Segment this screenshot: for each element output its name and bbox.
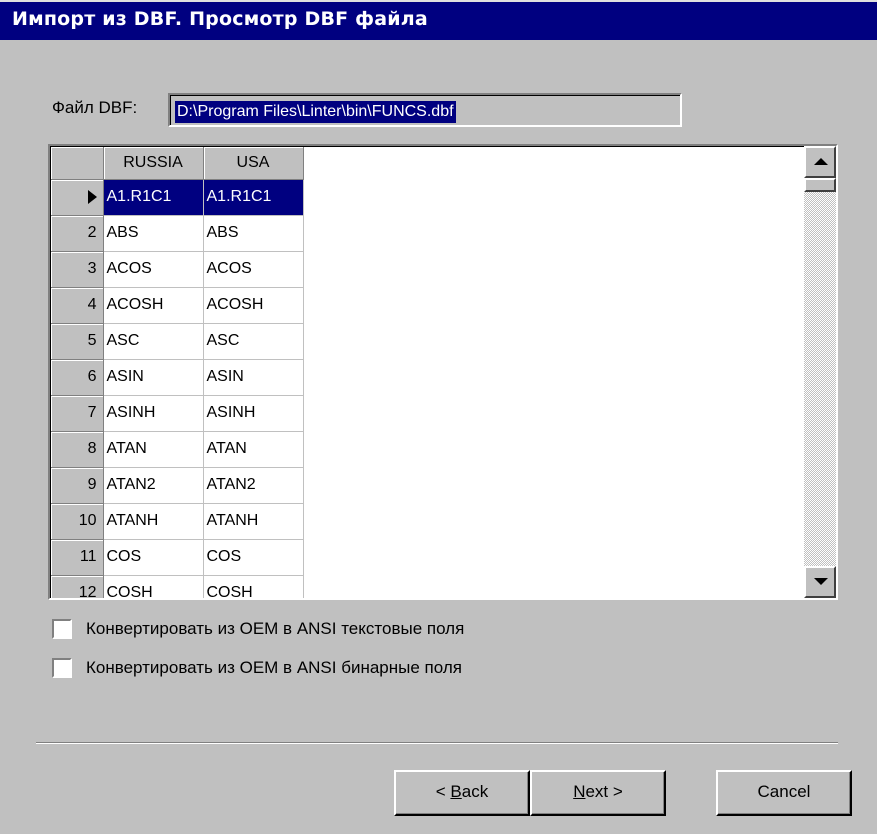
table-header-row: RUSSIA USA	[51, 147, 304, 180]
cell-usa[interactable]: ATANH	[203, 503, 304, 540]
scroll-up-button[interactable]	[804, 146, 836, 178]
title-bar-border	[0, 0, 877, 2]
cell-russia[interactable]: COSH	[103, 575, 204, 598]
table-row[interactable]: 10 ATANH ATANH	[51, 503, 304, 540]
cell-usa[interactable]: ACOSH	[203, 287, 304, 324]
convert-text-option[interactable]: Конвертировать из OEM в ANSI текстовые п…	[52, 616, 464, 642]
title-bar: Импорт из DBF. Просмотр DBF файла	[0, 0, 877, 40]
row-indicator[interactable]: 9	[51, 467, 104, 504]
back-label-rest: ack	[461, 782, 489, 801]
row-indicator[interactable]: 6	[51, 359, 104, 396]
scroll-down-button[interactable]	[804, 566, 836, 598]
dbf-table: RUSSIA USA A1.R1C1 A1.R1C1 2 ABS ABS 3 ACOS ACO…	[51, 147, 304, 598]
dbf-grid-inner: RUSSIA USA A1.R1C1 A1.R1C1 2 ABS ABS 3 ACOS ACO…	[50, 146, 836, 598]
cell-usa[interactable]: ABS	[203, 215, 304, 252]
window-title: Импорт из DBF. Просмотр DBF файла	[12, 8, 428, 30]
table-row[interactable]: 8 ATAN ATAN	[51, 431, 304, 468]
scroll-thumb[interactable]	[804, 178, 836, 192]
arrow-up-icon	[814, 158, 828, 165]
cell-usa[interactable]: A1.R1C1	[203, 179, 304, 216]
convert-binary-option[interactable]: Конвертировать из OEM в ANSI бинарные по…	[52, 655, 462, 681]
row-indicator[interactable]: 12	[51, 575, 104, 598]
cell-usa[interactable]: ACOS	[203, 251, 304, 288]
table-row[interactable]: 6 ASIN ASIN	[51, 359, 304, 396]
cell-usa[interactable]: ATAN2	[203, 467, 304, 504]
cell-usa[interactable]: COSH	[203, 575, 304, 598]
back-button[interactable]: < Back	[394, 770, 530, 816]
cell-russia[interactable]: ASC	[103, 323, 204, 360]
dbf-grid[interactable]: RUSSIA USA A1.R1C1 A1.R1C1 2 ABS ABS 3 ACOS ACO…	[48, 144, 838, 600]
row-indicator[interactable]: 4	[51, 287, 104, 324]
table-row[interactable]: 4 ACOSH ACOSH	[51, 287, 304, 324]
arrow-down-icon	[814, 578, 828, 585]
table-row[interactable]: 9 ATAN2 ATAN2	[51, 467, 304, 504]
file-path-field-inner: D:\Program Files\Linter\bin\FUNCS.dbf	[170, 95, 680, 125]
back-prefix: <	[435, 782, 451, 801]
cell-russia[interactable]: ATAN	[103, 431, 204, 468]
file-path-value: D:\Program Files\Linter\bin\FUNCS.dbf	[175, 101, 456, 123]
cell-russia[interactable]: ATANH	[103, 503, 204, 540]
table-row[interactable]: 7 ASINH ASINH	[51, 395, 304, 432]
convert-text-label: Конвертировать из OEM в ANSI текстовые п…	[86, 619, 465, 638]
cell-russia[interactable]: ACOS	[103, 251, 204, 288]
divider	[36, 742, 838, 744]
row-indicator[interactable]: 8	[51, 431, 104, 468]
cell-usa[interactable]: COS	[203, 539, 304, 576]
row-indicator[interactable]: 10	[51, 503, 104, 540]
file-path-field[interactable]: D:\Program Files\Linter\bin\FUNCS.dbf	[168, 93, 682, 127]
cell-russia[interactable]: ABS	[103, 215, 204, 252]
cell-usa[interactable]: ATAN	[203, 431, 304, 468]
cell-russia[interactable]: COS	[103, 539, 204, 576]
cell-usa[interactable]: ASINH	[203, 395, 304, 432]
row-indicator[interactable]	[51, 179, 104, 216]
table-row[interactable]: 5 ASC ASC	[51, 323, 304, 360]
corner-header	[51, 147, 104, 180]
convert-text-checkbox[interactable]	[52, 619, 72, 639]
cell-usa[interactable]: ASIN	[203, 359, 304, 396]
next-mnemonic: N	[573, 782, 586, 801]
column-header-russia[interactable]: RUSSIA	[103, 147, 204, 180]
table-row[interactable]: A1.R1C1 A1.R1C1	[51, 179, 304, 216]
row-indicator[interactable]: 5	[51, 323, 104, 360]
next-label-rest: ext >	[585, 782, 623, 801]
row-indicator[interactable]: 3	[51, 251, 104, 288]
cell-usa[interactable]: ASC	[203, 323, 304, 360]
vertical-scrollbar[interactable]	[804, 146, 836, 598]
cell-russia[interactable]: ATAN2	[103, 467, 204, 504]
table-row[interactable]: 11 COS COS	[51, 539, 304, 576]
row-indicator[interactable]: 2	[51, 215, 104, 252]
table-row[interactable]: 2 ABS ABS	[51, 215, 304, 252]
current-row-icon	[87, 189, 97, 204]
back-mnemonic: B	[450, 782, 462, 801]
convert-binary-label: Конвертировать из OEM в ANSI бинарные по…	[86, 658, 462, 677]
row-indicator[interactable]: 11	[51, 539, 104, 576]
file-label: Файл DBF:	[52, 98, 138, 117]
next-button[interactable]: Next >	[530, 770, 666, 816]
cell-russia[interactable]: A1.R1C1	[103, 179, 204, 216]
row-indicator[interactable]: 7	[51, 395, 104, 432]
table-row[interactable]: 3 ACOS ACOS	[51, 251, 304, 288]
convert-binary-checkbox[interactable]	[52, 658, 72, 678]
cancel-button[interactable]: Cancel	[716, 770, 852, 816]
table-row[interactable]: 12 COSH COSH	[51, 575, 304, 598]
cell-russia[interactable]: ACOSH	[103, 287, 204, 324]
column-header-usa[interactable]: USA	[203, 147, 304, 180]
cell-russia[interactable]: ASINH	[103, 395, 204, 432]
cell-russia[interactable]: ASIN	[103, 359, 204, 396]
